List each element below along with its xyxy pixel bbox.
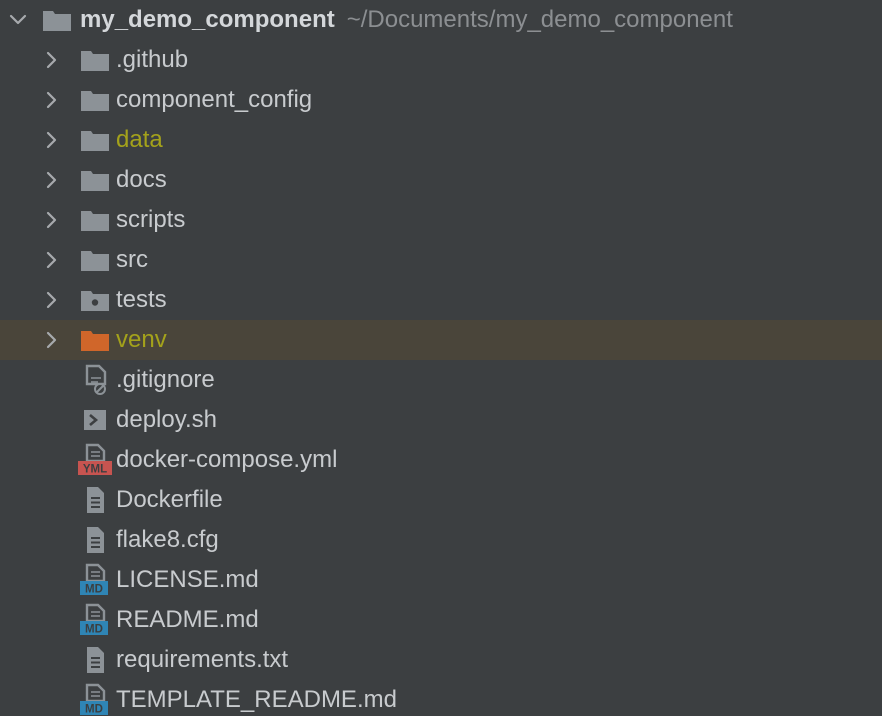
markdown-file-icon: MD — [78, 600, 112, 640]
folder-row[interactable]: venv — [0, 320, 882, 360]
file-row[interactable]: .gitignore — [0, 360, 882, 400]
markdown-file-icon: MD — [78, 680, 112, 716]
chevron-right-icon[interactable] — [42, 280, 62, 320]
tree-item-label: requirements.txt — [116, 646, 289, 673]
file-row[interactable]: MD README.md — [0, 600, 882, 640]
folder-row[interactable]: docs — [0, 160, 882, 200]
tree-item-label: src — [116, 246, 148, 273]
excluded-folder-icon — [78, 320, 112, 360]
folder-icon — [40, 0, 74, 40]
root-folder-name: my_demo_component — [80, 6, 335, 33]
tree-item-label: deploy.sh — [116, 406, 217, 433]
folder-icon — [78, 40, 112, 80]
tree-item-label: tests — [116, 286, 167, 313]
tree-item-label: venv — [116, 326, 167, 353]
chevron-right-icon[interactable] — [42, 240, 62, 280]
file-row[interactable]: Dockerfile — [0, 480, 882, 520]
root-label: my_demo_component ~/Documents/my_demo_com… — [80, 0, 733, 40]
chevron-right-icon[interactable] — [42, 80, 62, 120]
tree-item-label: .github — [116, 46, 189, 73]
folder-icon — [78, 80, 112, 120]
folder-icon — [78, 200, 112, 240]
svg-text:YML: YML — [83, 464, 107, 476]
tree-item-label: scripts — [116, 206, 186, 233]
project-tree: my_demo_component ~/Documents/my_demo_com… — [0, 0, 882, 716]
root-folder-path: ~/Documents/my_demo_component — [346, 6, 733, 33]
chevron-right-icon[interactable] — [42, 40, 62, 80]
file-row[interactable]: YML docker-compose.yml — [0, 440, 882, 480]
folder-row[interactable]: src — [0, 240, 882, 280]
file-row[interactable]: requirements.txt — [0, 640, 882, 680]
text-file-icon — [78, 640, 112, 680]
chevron-down-icon[interactable] — [8, 0, 28, 40]
file-row[interactable]: MD LICENSE.md — [0, 560, 882, 600]
chevron-right-icon[interactable] — [42, 160, 62, 200]
tree-item-label: README.md — [116, 606, 259, 633]
folder-row[interactable]: scripts — [0, 200, 882, 240]
tree-item-label: docker-compose.yml — [116, 446, 338, 473]
tree-item-label: Dockerfile — [116, 486, 223, 513]
ignore-file-icon — [78, 360, 112, 400]
tree-item-label: TEMPLATE_README.md — [116, 686, 397, 713]
tree-root-row[interactable]: my_demo_component ~/Documents/my_demo_com… — [0, 0, 882, 40]
tree-item-label: docs — [116, 166, 167, 193]
folder-row[interactable]: tests — [0, 280, 882, 320]
text-file-icon — [78, 480, 112, 520]
chevron-right-icon[interactable] — [42, 120, 62, 160]
chevron-right-icon[interactable] — [42, 200, 62, 240]
folder-row[interactable]: component_config — [0, 80, 882, 120]
svg-text:MD: MD — [85, 624, 103, 636]
yml-file-icon: YML — [78, 440, 112, 480]
svg-text:MD: MD — [85, 584, 103, 596]
text-file-icon — [78, 520, 112, 560]
tree-item-label: .gitignore — [116, 366, 215, 393]
tree-item-label: flake8.cfg — [116, 526, 219, 553]
folder-row[interactable]: data — [0, 120, 882, 160]
test-folder-icon — [78, 280, 112, 320]
file-row[interactable]: MD TEMPLATE_README.md — [0, 680, 882, 716]
tree-item-label: LICENSE.md — [116, 566, 259, 593]
svg-text:MD: MD — [85, 704, 103, 716]
folder-icon — [78, 120, 112, 160]
tree-item-label: data — [116, 126, 163, 153]
file-row[interactable]: deploy.sh — [0, 400, 882, 440]
folder-row[interactable]: .github — [0, 40, 882, 80]
markdown-file-icon: MD — [78, 560, 112, 600]
chevron-right-icon[interactable] — [42, 320, 62, 360]
file-row[interactable]: flake8.cfg — [0, 520, 882, 560]
folder-icon — [78, 160, 112, 200]
shell-script-icon — [78, 400, 112, 440]
folder-icon — [78, 240, 112, 280]
tree-item-label: component_config — [116, 86, 313, 113]
